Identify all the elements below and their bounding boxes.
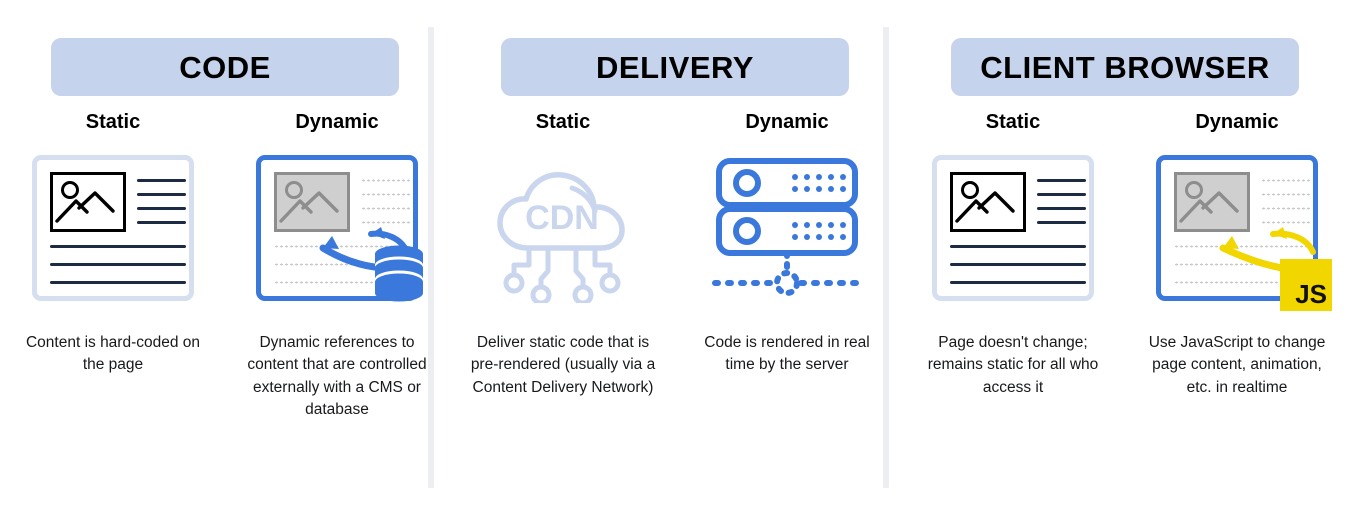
cdn-label: CDN [525,199,599,237]
column-header-title: CLIENT BROWSER [980,49,1270,85]
server-rack-icon [712,158,862,296]
pane-title: Static [985,111,1041,133]
column-client-browser: CLIENT BROWSER Static Page doesn't chang… [900,0,1350,521]
pane-caption: Content is hard-coded on the page [25,334,201,374]
pane-title: Dynamic [1195,111,1279,133]
pane-group-code: Static Content is hard-coded on the page… [10,112,440,422]
pane-group-client-browser: Static Page doesn't change; remains stat… [910,112,1340,399]
javascript-badge-icon: JS [1280,259,1332,311]
pane-title: Dynamic [295,111,379,133]
pane-caption: Code is rendered in real time by the ser… [704,334,870,374]
static-page-icon [32,155,194,301]
mountain-photo-glyph [55,181,115,223]
column-header-title: CODE [179,49,271,85]
cdn-cloud-icon: CDN [497,172,625,303]
mountain-photo-glyph [955,181,1015,223]
database-icon [375,245,423,302]
pane-group-delivery: Static CDN Deliver static code that is p… [460,112,890,399]
pane-client-dynamic: Dynamic JS Use JavaScript to change page… [1134,112,1340,399]
icon-slot: JS [1134,148,1340,311]
column-header-pill-client-browser: CLIENT BROWSER [951,38,1299,96]
infographic-board: CODE Static Content is hard-coded on the… [0,0,1350,521]
icon-slot [234,148,440,308]
column-delivery: DELIVERY Static CDN Deliver static code … [450,0,900,521]
pane-client-static: Static Page doesn't change; remains stat… [910,112,1116,399]
pane-delivery-static: Static CDN Deliver static code that is p… [460,112,666,399]
icon-slot: CDN [460,148,666,308]
pane-title: Static [85,111,141,133]
image-placeholder-icon [1174,172,1250,232]
image-placeholder-icon [950,172,1026,232]
pane-code-dynamic: Dynamic Dynamic references to content th… [234,112,440,422]
icon-slot [10,148,216,308]
dynamic-page-javascript-icon: JS [1156,155,1332,311]
pane-code-static: Static Content is hard-coded on the page [10,112,216,422]
pane-delivery-dynamic: Dynamic Code is rendered in real time by… [684,112,890,399]
mountain-photo-glyph [1179,181,1239,223]
javascript-badge-label: JS [1295,279,1327,309]
static-page-icon [932,155,1094,301]
pane-caption: Page doesn't change; remains static for … [927,334,1099,396]
image-placeholder-icon [50,172,126,232]
column-header-pill-code: CODE [51,38,399,96]
dynamic-page-database-icon [256,155,423,302]
column-header-title: DELIVERY [596,49,754,85]
pane-title: Static [535,111,591,133]
column-code: CODE Static Content is hard-coded on the… [0,0,450,521]
mountain-photo-glyph [279,181,339,223]
column-header-pill-delivery: DELIVERY [501,38,849,96]
pane-caption: Dynamic references to content that are c… [247,334,427,419]
icon-slot [684,148,890,308]
icon-slot [910,148,1116,308]
pane-caption: Use JavaScript to change page content, a… [1148,334,1326,396]
image-placeholder-icon [274,172,350,232]
pane-title: Dynamic [745,111,829,133]
pane-caption: Deliver static code that is pre-rendered… [470,334,656,396]
